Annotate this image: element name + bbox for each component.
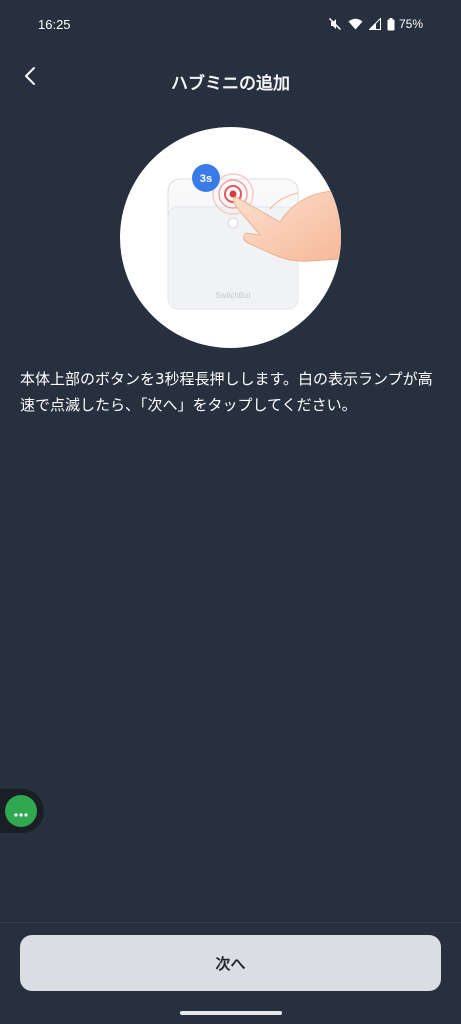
header: ハブミニの追加 (0, 52, 461, 108)
more-dots-icon (14, 802, 28, 821)
device-brand-text: SwitchBot (215, 291, 251, 300)
status-bar: 16:25 75% (0, 0, 461, 52)
device-illustration: SwitchBot 3s (120, 127, 341, 348)
floating-assist-button[interactable] (0, 789, 44, 833)
signal-icon (368, 18, 381, 30)
status-time: 16:25 (38, 17, 71, 32)
wifi-icon (348, 18, 363, 30)
next-button[interactable]: 次へ (20, 935, 441, 991)
timer-badge-text: 3s (200, 173, 212, 185)
page-title: ハブミニの追加 (171, 74, 290, 94)
battery-percent: 75% (398, 17, 423, 31)
assist-button-circle[interactable] (5, 795, 37, 827)
home-indicator[interactable] (180, 1011, 282, 1015)
status-icons: 75% (328, 17, 423, 31)
battery-icon (387, 17, 395, 31)
mute-icon (328, 17, 342, 31)
instruction-text: 本体上部のボタンを3秒程長押しします。白の表示ランプが高速で点滅したら、「次へ」… (20, 370, 433, 414)
footer-divider (0, 922, 461, 923)
